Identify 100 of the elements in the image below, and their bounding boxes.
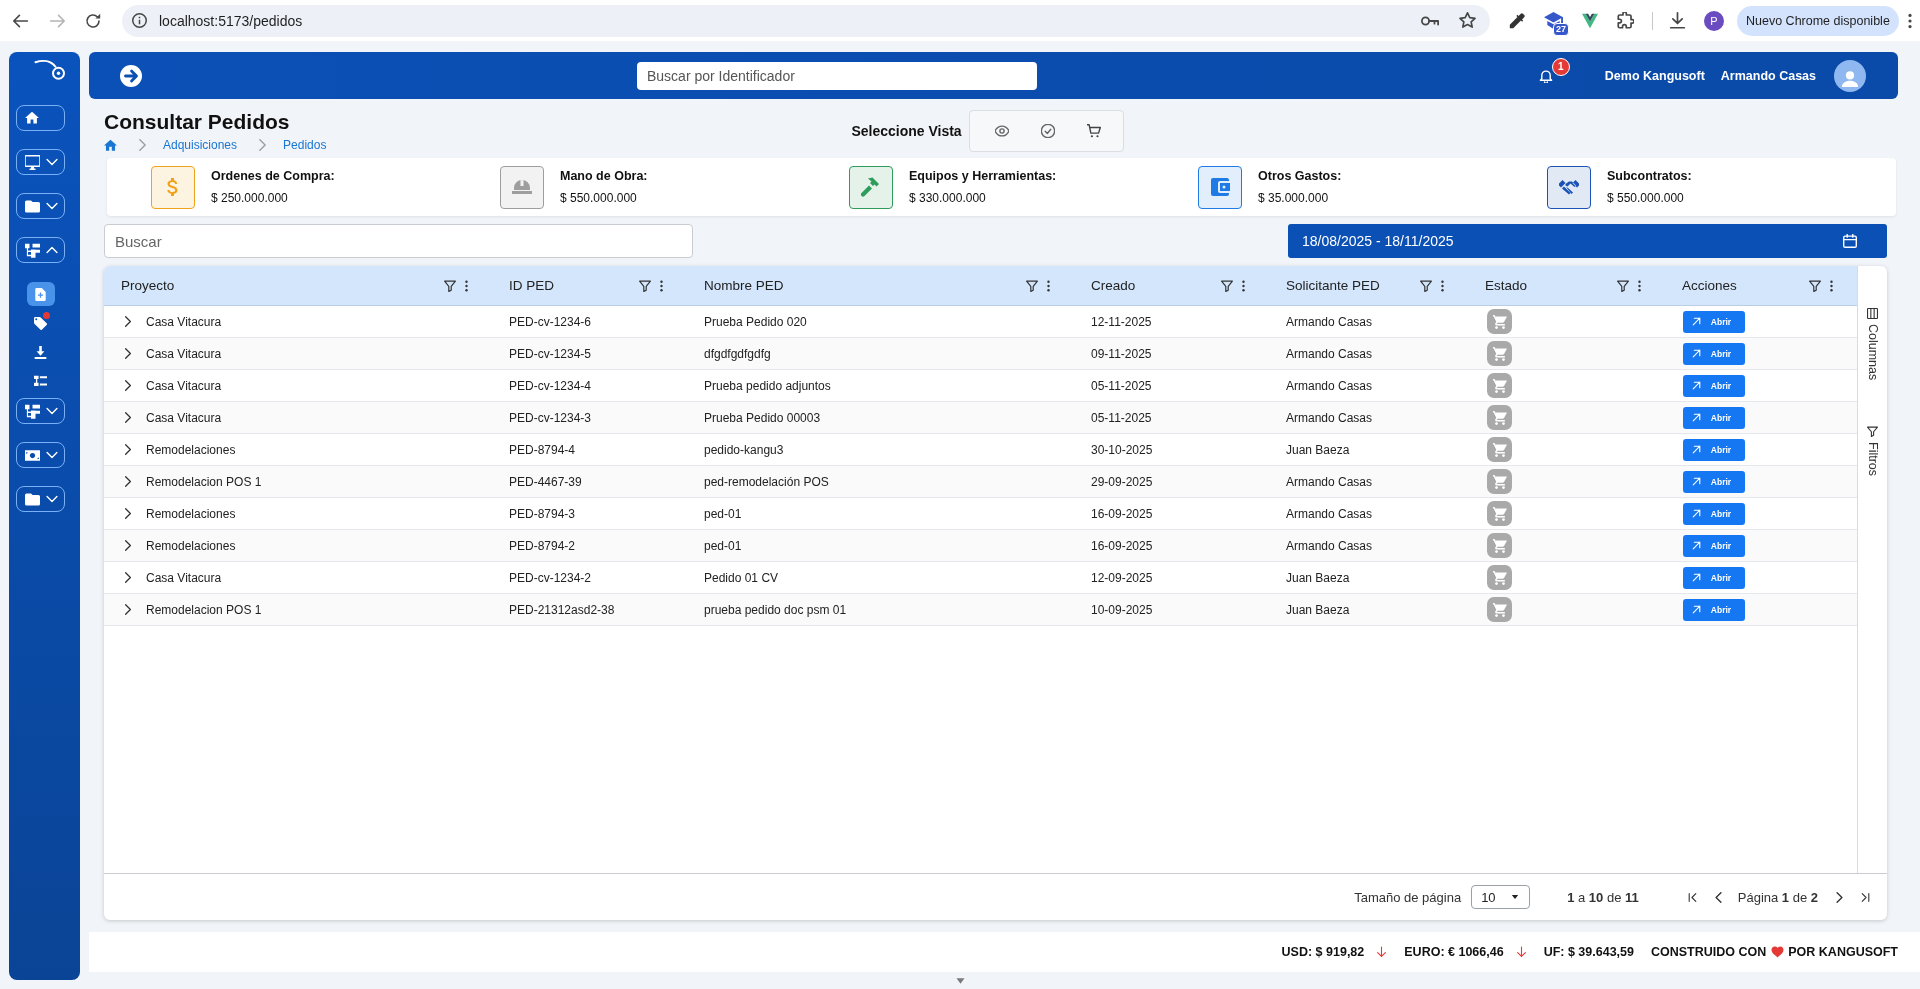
open-button[interactable]: Abrir xyxy=(1683,310,1745,333)
cart-icon[interactable] xyxy=(1086,124,1101,138)
date-range-button[interactable]: 18/08/2025 - 18/11/2025 xyxy=(1288,224,1887,258)
update-button[interactable]: Nuevo Chrome disponible xyxy=(1737,5,1899,36)
info-icon[interactable] xyxy=(132,13,147,28)
table-row[interactable]: Casa Vitacura PED-cv-1234-4 Prueba pedido adjuntos 05-11-2025 Armando Casas Abrir xyxy=(104,370,1857,402)
puzzle-icon[interactable] xyxy=(1617,12,1634,29)
chevron-right-icon[interactable] xyxy=(125,572,131,583)
filter-icon[interactable] xyxy=(1809,279,1821,292)
chevron-right-icon[interactable] xyxy=(125,540,131,551)
submenu-item[interactable] xyxy=(26,282,55,306)
table-row[interactable]: Remodelaciones PED-8794-3 ped-01 16-09-2025 Armando Casas Abrir xyxy=(104,498,1857,530)
order-id: PED-8794-3 xyxy=(509,506,576,521)
table-row[interactable]: Remodelacion POS 1 PED-4467-39 ped-remodelación POS 29-09-2025 Armando Casas Abrir xyxy=(104,466,1857,498)
columns-tab[interactable]: Columnas xyxy=(1865,308,1880,381)
open-button[interactable]: Abrir xyxy=(1683,534,1745,557)
folder-menu-button[interactable] xyxy=(16,486,65,512)
chevron-right-icon[interactable] xyxy=(125,604,131,615)
more-icon[interactable] xyxy=(660,279,663,292)
more-icon[interactable] xyxy=(1830,279,1833,292)
column-header[interactable]: ID PED xyxy=(509,278,630,293)
card-label: Equipos y Herramientas: xyxy=(909,169,1057,183)
more-icon[interactable] xyxy=(465,279,468,292)
chevron-right-icon[interactable] xyxy=(125,380,131,391)
table-row[interactable]: Casa Vitacura PED-cv-1234-3 Prueba Pedido 00003 05-11-2025 Armando Casas Abrir xyxy=(104,402,1857,434)
open-button[interactable]: Abrir xyxy=(1683,502,1745,525)
arrow-up-right-icon xyxy=(1690,540,1702,551)
avatar-icon[interactable] xyxy=(1834,59,1866,92)
chevron-right-icon[interactable] xyxy=(125,508,131,519)
cash-menu-button[interactable] xyxy=(16,442,65,468)
more-icon[interactable] xyxy=(1047,279,1050,292)
column-header[interactable]: Estado xyxy=(1485,278,1608,293)
table-row[interactable]: Casa Vitacura PED-cv-1234-2 Pedido 01 CV 12-09-2025 Juan Baeza Abrir xyxy=(104,562,1857,594)
open-button[interactable]: Abrir xyxy=(1683,566,1745,589)
back-icon[interactable] xyxy=(13,12,29,29)
table-row[interactable]: Casa Vitacura PED-cv-1234-6 Prueba Pedido 020 12-11-2025 Armando Casas Abrir xyxy=(104,306,1857,338)
breadcrumb-link[interactable]: Adquisiciones xyxy=(163,138,238,152)
last-page-icon[interactable] xyxy=(1860,891,1871,903)
page-size-select[interactable]: 10 xyxy=(1471,885,1531,909)
order-id: PED-21312asd2-38 xyxy=(509,602,615,617)
chevron-right-icon[interactable] xyxy=(125,444,131,455)
open-button[interactable]: Abrir xyxy=(1683,342,1745,365)
menu-icon[interactable] xyxy=(1907,12,1912,29)
table-row[interactable]: Casa Vitacura PED-cv-1234-5 dfgdfgdfgdfg 09-11-2025 Armando Casas Abrir xyxy=(104,338,1857,370)
chevron-right-icon[interactable] xyxy=(125,412,131,423)
filter-icon[interactable] xyxy=(1420,279,1432,292)
order-name: Prueba pedido adjuntos xyxy=(704,378,831,393)
search-field[interactable]: Buscar por Identificador xyxy=(637,61,1037,90)
eyedropper-icon[interactable] xyxy=(1509,12,1525,29)
next-page-icon[interactable] xyxy=(1836,891,1843,903)
column-header[interactable]: Solicitante PED xyxy=(1286,278,1411,293)
open-button[interactable]: Abrir xyxy=(1683,406,1745,429)
download-icon[interactable] xyxy=(1669,12,1686,29)
address-bar[interactable]: localhost:5173/pedidos xyxy=(122,4,1490,37)
more-icon[interactable] xyxy=(1638,279,1641,292)
previous-page-icon[interactable] xyxy=(1714,891,1722,903)
home-icon[interactable] xyxy=(104,138,117,152)
first-page-icon[interactable] xyxy=(1686,891,1698,903)
home-button[interactable] xyxy=(16,105,65,131)
list-icon xyxy=(34,374,47,388)
filter-icon[interactable] xyxy=(1026,279,1038,292)
eye-icon[interactable] xyxy=(994,124,1009,138)
more-icon[interactable] xyxy=(1242,279,1245,292)
chevron-right-icon[interactable] xyxy=(125,348,131,359)
column-header[interactable]: Creado xyxy=(1091,278,1212,293)
project-name: Casa Vitacura xyxy=(146,314,222,329)
search-field[interactable]: Buscar xyxy=(104,224,693,258)
scroll-down-icon[interactable] xyxy=(955,977,966,985)
filter-icon[interactable] xyxy=(1617,279,1629,292)
requester-name: Juan Baeza xyxy=(1286,570,1350,585)
open-button[interactable]: Abrir xyxy=(1683,470,1745,493)
exchange-rate: EURO: € 1066,46 xyxy=(1404,945,1504,959)
open-button[interactable]: Abrir xyxy=(1683,374,1745,397)
table-row[interactable]: Remodelacion POS 1 PED-21312asd2-38 prueba pedido doc psm 01 10-09-2025 Juan Baeza Abrir xyxy=(104,594,1857,626)
tree-menu-button[interactable] xyxy=(16,398,65,424)
column-header[interactable]: Proyecto xyxy=(121,278,435,293)
bell-icon[interactable] xyxy=(1538,68,1553,83)
star-icon[interactable] xyxy=(1459,12,1476,29)
arrow-circle-icon[interactable] xyxy=(120,64,142,87)
filter-icon[interactable] xyxy=(444,279,456,292)
profile-button[interactable]: P xyxy=(1704,10,1724,31)
filters-tab[interactable]: Filtros xyxy=(1865,426,1880,477)
v-shape-icon[interactable] xyxy=(1582,12,1598,29)
tree-menu-button[interactable] xyxy=(16,237,65,263)
reload-icon[interactable] xyxy=(85,12,101,29)
download-icon xyxy=(34,345,47,359)
breadcrumb-link[interactable]: Pedidos xyxy=(283,138,327,152)
chevron-right-icon[interactable] xyxy=(125,476,131,487)
folder-menu-button[interactable] xyxy=(16,193,65,219)
open-button[interactable]: Abrir xyxy=(1683,438,1745,461)
column-header[interactable]: Acciones xyxy=(1682,278,1800,293)
filter-icon[interactable] xyxy=(639,279,651,292)
table-row[interactable]: Remodelaciones PED-8794-2 ped-01 16-09-2025 Armando Casas Abrir xyxy=(104,530,1857,562)
chevron-right-icon[interactable] xyxy=(125,316,131,327)
monitor-menu-button[interactable] xyxy=(16,149,65,175)
more-icon[interactable] xyxy=(1441,279,1444,292)
open-button[interactable]: Abrir xyxy=(1683,598,1745,621)
table-row[interactable]: Remodelaciones PED-8794-4 pedido-kangu3 30-10-2025 Juan Baeza Abrir xyxy=(104,434,1857,466)
filter-icon[interactable] xyxy=(1221,279,1233,292)
column-header[interactable]: Nombre PED xyxy=(704,278,1017,293)
